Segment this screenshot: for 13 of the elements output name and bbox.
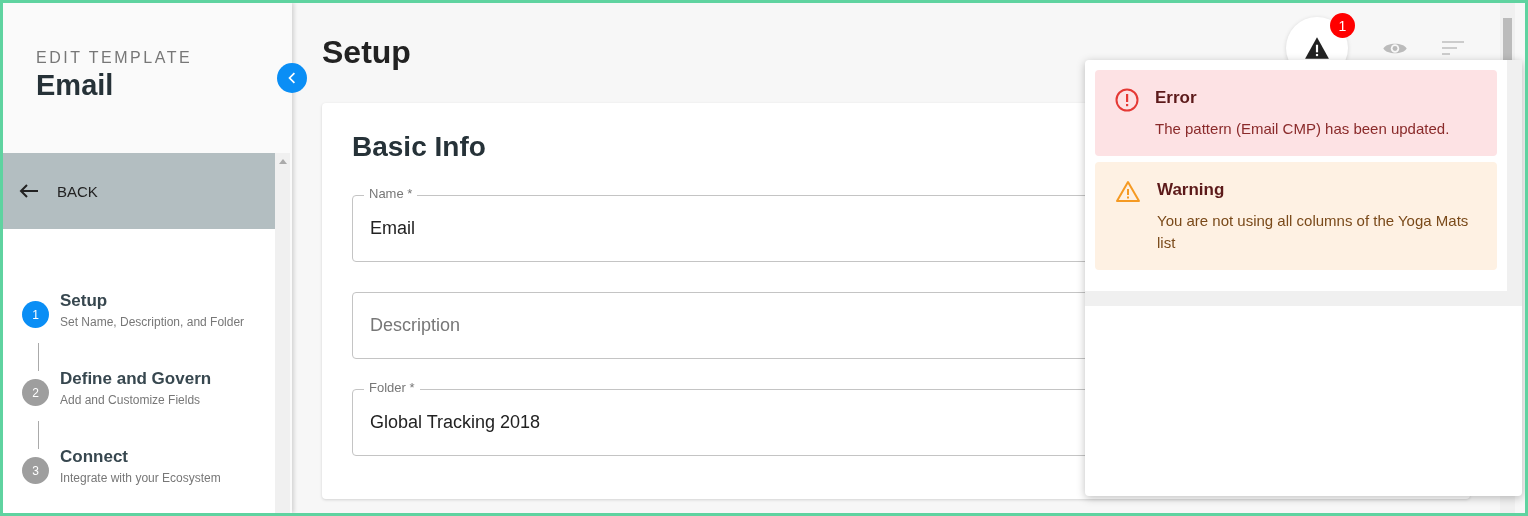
- step-number: 3: [22, 457, 49, 484]
- step-subtitle: Add and Customize Fields: [60, 393, 202, 407]
- step-number: 2: [22, 379, 49, 406]
- step-subtitle: Set Name, Description, and Folder: [60, 315, 245, 329]
- step-subtitle: Integrate with your Ecosystem: [60, 471, 221, 485]
- notification-message: The pattern (Email CMP) has been updated.: [1155, 119, 1450, 139]
- notification-title: Error: [1155, 88, 1198, 108]
- alert-count-badge: 1: [1330, 13, 1355, 38]
- template-title: Email: [36, 69, 115, 102]
- card-title: Basic Info: [352, 131, 487, 163]
- sidebar-subtitle: EDIT TEMPLATE: [36, 49, 194, 67]
- step-number: 1: [22, 301, 49, 328]
- page-title: Setup: [322, 34, 411, 71]
